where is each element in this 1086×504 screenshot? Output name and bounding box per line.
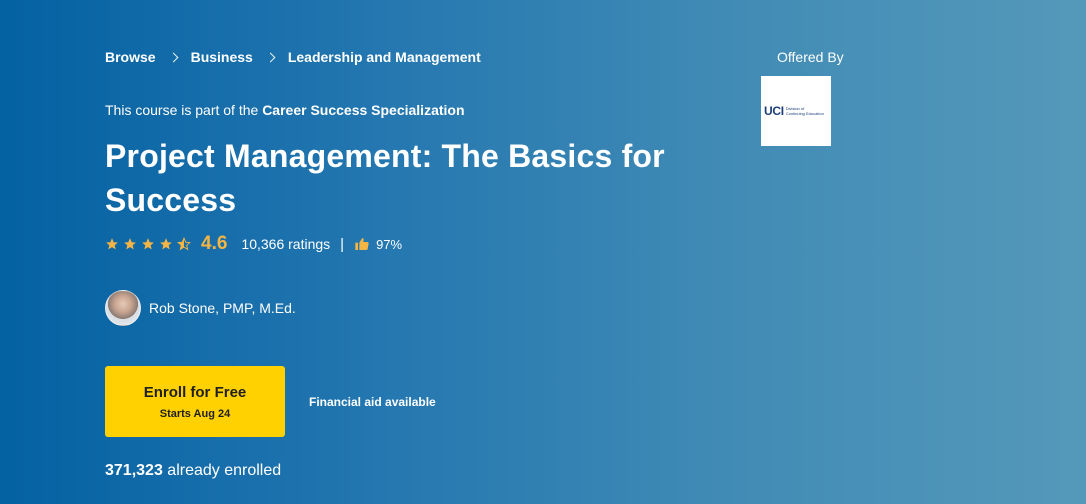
enrolled-count: 371,323 already enrolled — [105, 462, 281, 480]
breadcrumb-browse[interactable]: Browse — [105, 49, 156, 65]
course-title: Project Management: The Basics for Succe… — [105, 138, 665, 218]
enrolled-suffix: already enrolled — [162, 462, 282, 479]
star-icon — [124, 238, 136, 250]
financial-aid-link[interactable]: Financial aid available — [309, 395, 436, 409]
specialization-prefix: This course is part of the — [105, 102, 263, 118]
enroll-label: Enroll for Free — [143, 384, 247, 401]
instructor-link[interactable]: Rob Stone, PMP, M.Ed. — [105, 290, 296, 326]
instructor-avatar — [105, 290, 141, 326]
breadcrumb-business[interactable]: Business — [191, 49, 253, 65]
course-hero-banner: Browse Business Leadership and Managemen… — [0, 0, 1086, 504]
uci-logo-text: Division of Continuing Education — [786, 106, 824, 116]
star-icon — [106, 238, 118, 250]
instructor-name: Rob Stone, PMP, M.Ed. — [149, 300, 296, 316]
star-rating — [105, 237, 195, 251]
chevron-right-icon — [265, 52, 276, 62]
rating-row: 4.6 10,366 ratings | 97% — [105, 233, 402, 255]
logo-line-2: Continuing Education — [785, 111, 824, 116]
breadcrumb-leadership-and-management[interactable]: Leadership and Management — [288, 49, 481, 65]
offered-by-label: Offered By — [777, 49, 844, 65]
star-icon — [160, 238, 172, 250]
specialization-link[interactable]: Career Success Specialization — [262, 102, 464, 118]
half-star-icon — [177, 237, 191, 251]
like-percentage: 97% — [376, 236, 403, 252]
divider: | — [340, 235, 345, 253]
enroll-button[interactable]: Enroll for Free Starts Aug 24 — [105, 366, 285, 437]
enrolled-number: 371,323 — [105, 462, 163, 479]
specialization-info: This course is part of the Career Succes… — [105, 102, 465, 118]
star-icon — [142, 238, 154, 250]
chevron-right-icon — [168, 52, 179, 62]
breadcrumb: Browse Business Leadership and Managemen… — [105, 49, 481, 65]
partner-logo[interactable]: UCI Division of Continuing Education — [761, 76, 831, 146]
uci-logo-mark: UCI — [764, 104, 784, 118]
ratings-count-link[interactable]: 10,366 ratings — [241, 236, 330, 252]
rating-value: 4.6 — [201, 233, 228, 254]
thumbs-up-icon — [355, 238, 369, 250]
enroll-start-date: Starts Aug 24 — [159, 408, 231, 420]
